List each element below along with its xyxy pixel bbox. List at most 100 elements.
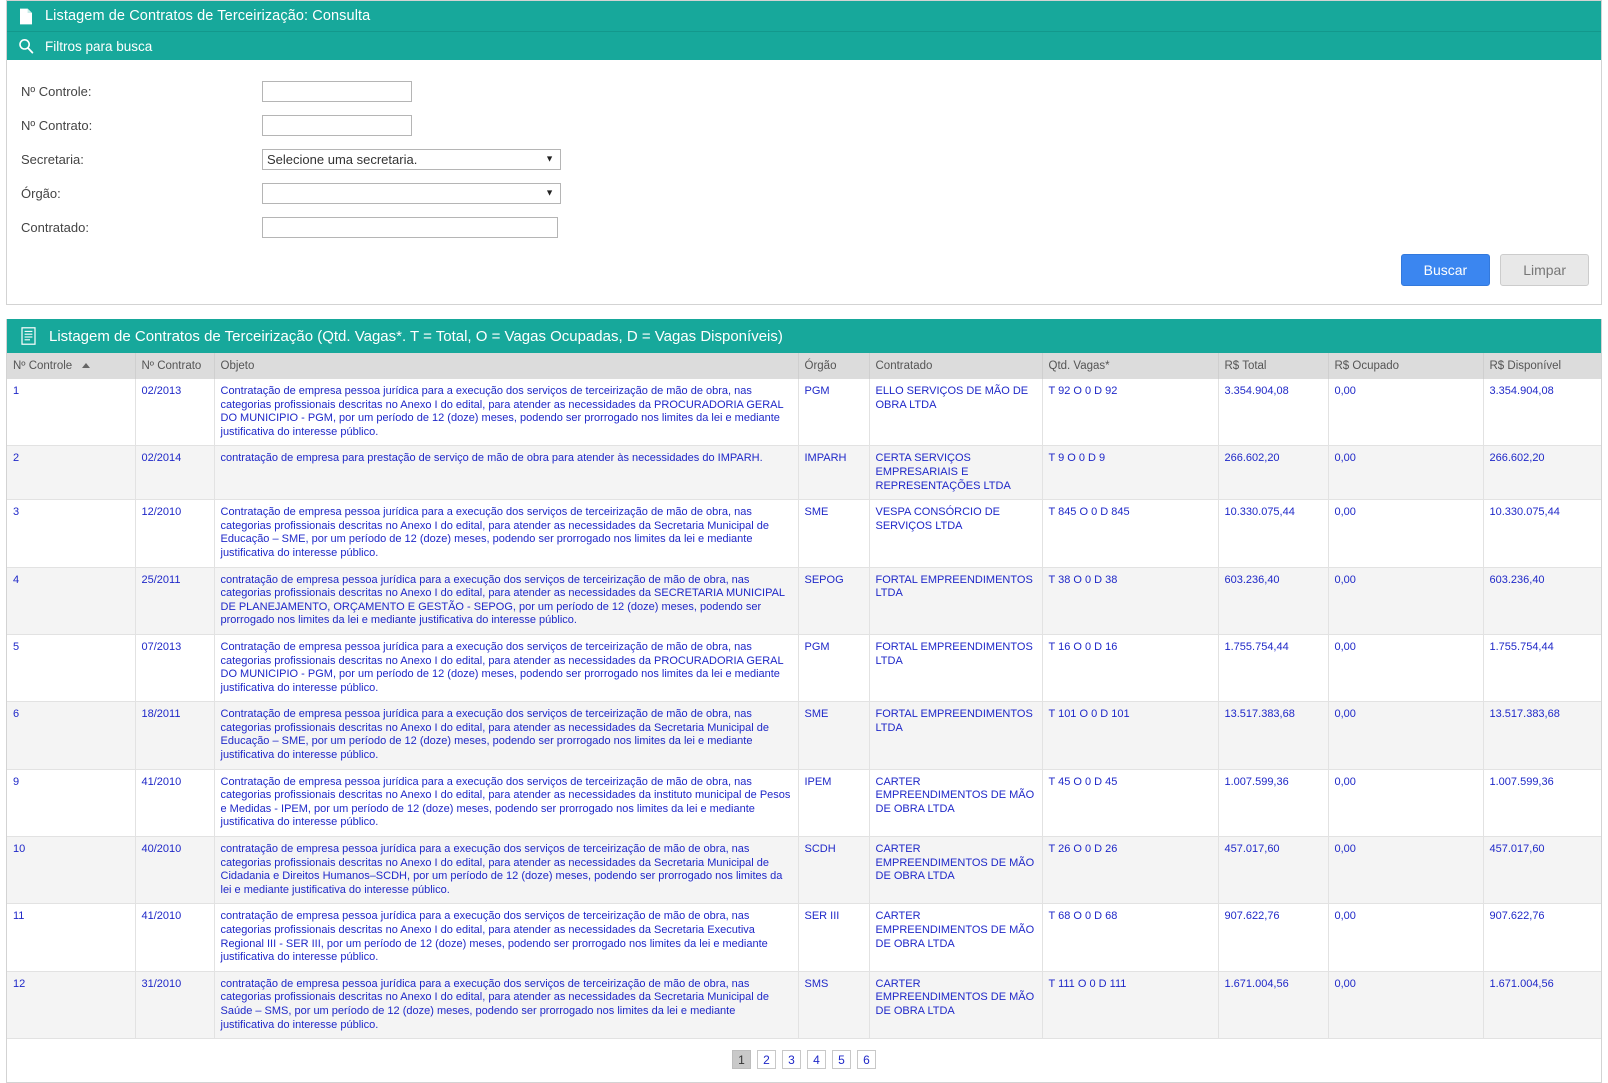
search-button[interactable]: Buscar — [1400, 254, 1491, 286]
cell-orgao: IPEM — [798, 769, 870, 838]
table-row[interactable]: 5 07/2013 Contratação de empresa pessoa ju… — [7, 634, 1601, 703]
cell-numero-controle: 3 — [7, 499, 136, 568]
cell-qtd-vagas: T 45 O 0 D 45 — [1042, 769, 1219, 838]
cell-numero-controle: 9 — [7, 769, 136, 838]
field-row-orgao: Órgão: ▼ — [7, 176, 1601, 210]
cell-rs-disponivel: 3.354.904,08 — [1483, 379, 1601, 447]
column-header-rs-ocupado[interactable]: R$ Ocupado — [1328, 353, 1484, 379]
cell-objeto: contratação de empresa pessoa jurídica p… — [214, 971, 799, 1040]
table-row[interactable]: 11 41/2010 contratação de empresa pessoa j… — [7, 903, 1601, 972]
column-header-rs-disponivel[interactable]: R$ Disponível — [1483, 353, 1601, 379]
cell-rs-disponivel: 10.330.075,44 — [1483, 499, 1601, 568]
cell-numero-contrato: 31/2010 — [135, 971, 215, 1040]
cell-orgao: PGM — [798, 634, 870, 703]
cell-orgao: SER III — [798, 903, 870, 972]
table-header-row: Nº Controle Nº Contrato Objeto Órgão Con… — [7, 353, 1601, 379]
cell-rs-total: 603.236,40 — [1218, 567, 1329, 635]
clear-button[interactable]: Limpar — [1500, 254, 1589, 286]
pagination-page-6[interactable]: 6 — [857, 1050, 876, 1070]
column-header-numero-controle[interactable]: Nº Controle — [7, 353, 136, 379]
pagination-page-3[interactable]: 3 — [782, 1050, 801, 1070]
table-row[interactable]: 3 12/2010 Contratação de empresa pessoa ju… — [7, 499, 1601, 568]
cell-objeto: contratação de empresa para prestação de… — [214, 445, 799, 501]
cell-rs-ocupado: 0,00 — [1328, 903, 1484, 972]
pagination-page-1[interactable]: 1 — [732, 1050, 751, 1070]
cell-contratado: VESPA CONSÓRCIO DE SERVIÇOS LTDA — [869, 499, 1043, 568]
cell-objeto: Contratação de empresa pessoa jurídica p… — [214, 499, 799, 568]
cell-numero-contrato: 25/2011 — [135, 567, 215, 635]
cell-rs-disponivel: 266.602,20 — [1483, 445, 1601, 501]
table-row[interactable]: 6 18/2011 Contratação de empresa pessoa ju… — [7, 701, 1601, 770]
cell-numero-contrato: 40/2010 — [135, 836, 215, 905]
cell-numero-controle: 11 — [7, 903, 136, 972]
cell-rs-total: 1.755.754,44 — [1218, 634, 1329, 703]
cell-rs-total: 457.017,60 — [1218, 836, 1329, 905]
table-row[interactable]: 2 02/2014 contratação de empresa para pres… — [7, 445, 1601, 501]
cell-rs-total: 1.671.004,56 — [1218, 971, 1329, 1040]
pagination-page-4[interactable]: 4 — [807, 1050, 826, 1070]
results-title: Listagem de Contratos de Terceirização (… — [49, 327, 783, 345]
numero-controle-input[interactable] — [262, 80, 412, 102]
cell-rs-disponivel: 603.236,40 — [1483, 567, 1601, 635]
cell-rs-ocupado: 0,00 — [1328, 836, 1484, 905]
cell-objeto: contratação de empresa pessoa jurídica p… — [214, 836, 799, 905]
page-root: Listagem de Contratos de Terceirização: … — [0, 0, 1608, 1083]
label-numero-contrato: Nº Contrato: — [21, 117, 93, 133]
cell-qtd-vagas: T 26 O 0 D 26 — [1042, 836, 1219, 905]
cell-qtd-vagas: T 92 O 0 D 92 — [1042, 379, 1219, 447]
cell-rs-disponivel: 13.517.383,68 — [1483, 701, 1601, 770]
cell-numero-controle: 1 — [7, 379, 136, 447]
cell-qtd-vagas: T 38 O 0 D 38 — [1042, 567, 1219, 635]
column-header-numero-contrato[interactable]: Nº Contrato — [135, 353, 215, 379]
cell-rs-disponivel: 457.017,60 — [1483, 836, 1601, 905]
sort-ascending-icon — [82, 363, 91, 369]
cell-contratado: FORTAL EMPREENDIMENTOS LTDA — [869, 634, 1043, 703]
cell-contratado: CARTER EMPREENDIMENTOS DE MÃO DE OBRA LT… — [869, 903, 1043, 972]
column-header-objeto[interactable]: Objeto — [214, 353, 799, 379]
filters-header-label: Filtros para busca — [45, 38, 153, 54]
cell-rs-disponivel: 1.671.004,56 — [1483, 971, 1601, 1040]
cell-numero-controle: 12 — [7, 971, 136, 1040]
cell-objeto: Contratação de empresa pessoa jurídica p… — [214, 634, 799, 703]
table-row[interactable]: 4 25/2011 contratação de empresa pessoa ju… — [7, 567, 1601, 635]
cell-rs-ocupado: 0,00 — [1328, 701, 1484, 770]
search-icon — [17, 37, 35, 55]
cell-rs-ocupado: 0,00 — [1328, 567, 1484, 635]
column-header-rs-total[interactable]: R$ Total — [1218, 353, 1329, 379]
cell-qtd-vagas: T 68 O 0 D 68 — [1042, 903, 1219, 972]
cell-numero-controle: 10 — [7, 836, 136, 905]
column-header-contratado[interactable]: Contratado — [869, 353, 1043, 379]
cell-contratado: CARTER EMPREENDIMENTOS DE MÃO DE OBRA LT… — [869, 971, 1043, 1040]
table-row[interactable]: 10 40/2010 contratação de empresa pessoa j… — [7, 836, 1601, 905]
secretaria-select[interactable]: Selecione uma secretaria. ▼ — [262, 148, 561, 170]
column-header-label: Nº Controle — [13, 360, 73, 372]
contratado-input[interactable] — [262, 216, 558, 238]
chevron-down-icon: ▼ — [545, 153, 554, 164]
table-row[interactable]: 12 31/2010 contratação de empresa pessoa j… — [7, 971, 1601, 1040]
field-row-numero-controle: Nº Controle: — [7, 74, 1601, 108]
column-header-qtd-vagas[interactable]: Qtd. Vagas* — [1042, 353, 1219, 379]
list-icon — [19, 326, 37, 346]
numero-contrato-input[interactable] — [262, 114, 412, 136]
pagination-page-2[interactable]: 2 — [757, 1050, 776, 1070]
document-icon — [17, 6, 35, 26]
orgao-select[interactable]: ▼ — [262, 182, 561, 204]
cell-objeto: contratação de empresa pessoa jurídica p… — [214, 567, 799, 635]
pagination-page-5[interactable]: 5 — [832, 1050, 851, 1070]
cell-numero-contrato: 02/2014 — [135, 445, 215, 501]
cell-rs-ocupado: 0,00 — [1328, 769, 1484, 838]
cell-contratado: CERTA SERVIÇOS EMPRESARIAIS E REPRESENTA… — [869, 445, 1043, 501]
filter-card: Listagem de Contratos de Terceirização: … — [6, 0, 1602, 305]
table-row[interactable]: 9 41/2010 Contratação de empresa pessoa ju… — [7, 769, 1601, 838]
filter-form: Nº Controle: Nº Contrato: Secretaria: Se… — [7, 60, 1601, 304]
cell-numero-controle: 6 — [7, 701, 136, 770]
cell-numero-contrato: 41/2010 — [135, 903, 215, 972]
cell-contratado: CARTER EMPREENDIMENTOS DE MÃO DE OBRA LT… — [869, 769, 1043, 838]
table-row[interactable]: 1 02/2013 Contratação de empresa pessoa ju… — [7, 379, 1601, 447]
cell-qtd-vagas: T 9 O 0 D 9 — [1042, 445, 1219, 501]
cell-qtd-vagas: T 16 O 0 D 16 — [1042, 634, 1219, 703]
cell-orgao: SME — [798, 701, 870, 770]
cell-objeto: Contratação de empresa pessoa jurídica p… — [214, 769, 799, 838]
column-header-orgao[interactable]: Órgão — [798, 353, 870, 379]
cell-orgao: SCDH — [798, 836, 870, 905]
